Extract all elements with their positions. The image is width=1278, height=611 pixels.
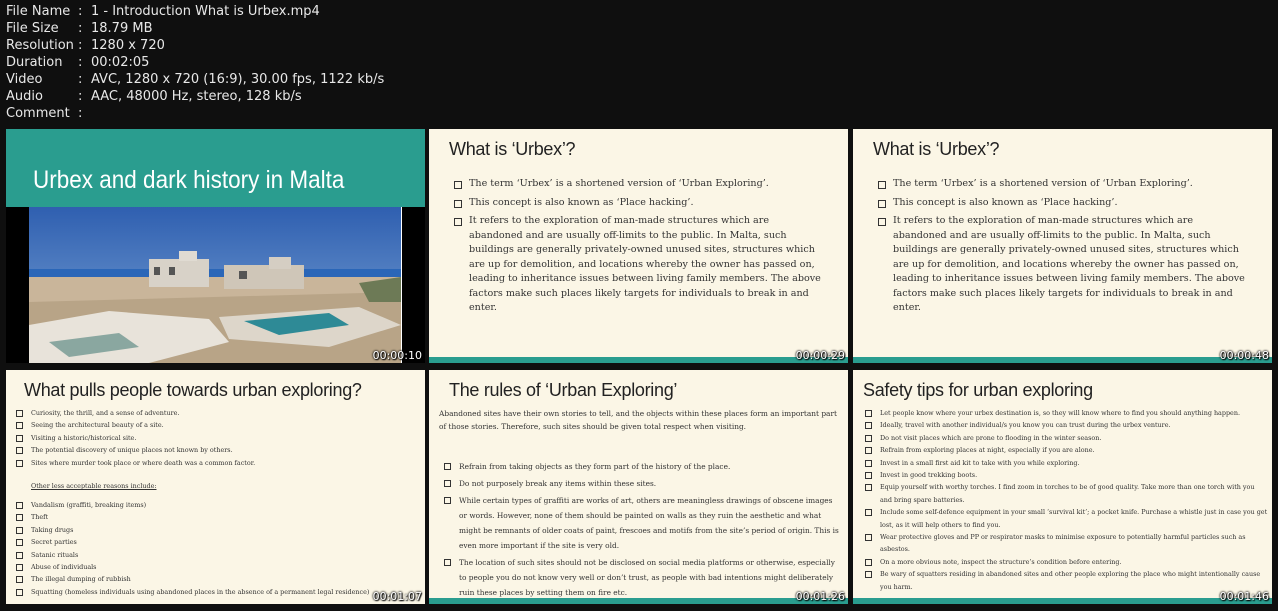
list-item: This concept is also known as ‘Place hac… xyxy=(878,196,1248,211)
slide-title: What is ‘Urbex’? xyxy=(449,139,576,159)
letterbox-left xyxy=(6,207,29,363)
bullet-list: The term ‘Urbex’ is a shortened version … xyxy=(878,177,1248,320)
slide-footer-bar xyxy=(853,598,1272,604)
file-info-separator: : xyxy=(78,4,83,19)
file-info-key: File Size xyxy=(6,21,59,36)
list-item: The term ‘Urbex’ is a shortened version … xyxy=(454,177,824,192)
list-item: Ideally, travel with another individual/… xyxy=(865,419,1268,431)
list-item: Let people know where your urbex destina… xyxy=(865,407,1268,419)
bullet-list: Refrain from taking objects as they form… xyxy=(444,459,839,602)
list-item: Equip yourself with worthy torches. I fi… xyxy=(865,481,1268,506)
file-info-value: AAC, 48000 Hz, stereo, 128 kb/s xyxy=(91,89,302,104)
list-item: Seeing the architectural beauty of a sit… xyxy=(16,419,416,431)
slide-footer-bar xyxy=(853,357,1272,363)
list-item: Visiting a historic/historical site. xyxy=(16,432,416,444)
file-info-key: Comment xyxy=(6,106,70,121)
list-item: Satanic rituals xyxy=(16,549,416,561)
file-info-separator: : xyxy=(78,21,83,36)
subheading: Other less acceptable reasons include: xyxy=(31,482,157,490)
bullet-list: Curiosity, the thrill, and a sense of ad… xyxy=(16,407,416,469)
list-item: The location of such sites should not be… xyxy=(444,555,839,600)
list-item: Be wary of squatters residing in abandon… xyxy=(865,568,1268,593)
list-item: Refrain from taking objects as they form… xyxy=(444,459,839,474)
list-item: The term ‘Urbex’ is a shortened version … xyxy=(878,177,1248,192)
file-info-key: Duration xyxy=(6,55,63,70)
file-info-row: Duration:00:02:05 xyxy=(6,54,384,71)
slide-title: The rules of ‘Urban Exploring’ xyxy=(449,380,678,400)
thumbnail-5[interactable]: The rules of ‘Urban Exploring’ Abandoned… xyxy=(429,370,848,604)
list-item: Curiosity, the thrill, and a sense of ad… xyxy=(16,407,416,419)
slide-title: What is ‘Urbex’? xyxy=(873,139,1000,159)
bullet-list: Vandalism (graffiti, breaking items) The… xyxy=(16,499,416,598)
file-info-row: Audio: AAC, 48000 Hz, stereo, 128 kb/s xyxy=(6,88,384,105)
thumbnail-2[interactable]: What is ‘Urbex’? The term ‘Urbex’ is a s… xyxy=(429,129,848,363)
abandoned-building-photo xyxy=(29,207,401,363)
list-item: Vandalism (graffiti, breaking items) xyxy=(16,499,416,511)
file-info: File Name:1 - Introduction What is Urbex… xyxy=(6,3,384,122)
bullet-list: Let people know where your urbex destina… xyxy=(865,407,1268,593)
list-item: Do not purposely break any items within … xyxy=(444,476,839,491)
file-info-row: File Size:18.79 MB xyxy=(6,20,384,37)
file-info-separator: : xyxy=(78,38,83,53)
file-info-key: File Name xyxy=(6,4,71,19)
slide-footer-bar xyxy=(429,598,848,604)
thumbnail-4[interactable]: What pulls people towards urban explorin… xyxy=(6,370,425,604)
list-item: Theft xyxy=(16,511,416,523)
file-info-separator: : xyxy=(78,55,83,70)
list-item: Do not visit places which are prone to f… xyxy=(865,432,1268,444)
letterbox-right xyxy=(402,207,425,363)
slide-title: What pulls people towards urban explorin… xyxy=(24,380,362,400)
list-item: Invest in good trekking boots. xyxy=(865,469,1268,481)
file-info-separator: : xyxy=(78,89,83,104)
file-info-key: Audio xyxy=(6,89,43,104)
timestamp: 00:00:29 xyxy=(795,349,845,362)
slide-footer-bar xyxy=(429,357,848,363)
timestamp: 00:01:07 xyxy=(372,590,422,603)
file-info-value: 18.79 MB xyxy=(91,21,153,36)
thumbnail-6[interactable]: Safety tips for urban exploring Let peop… xyxy=(853,370,1272,604)
file-info-row: Resolution:1280 x 720 xyxy=(6,37,384,54)
thumbnail-1[interactable]: Urbex and dark history in Malta 00:00:10 xyxy=(6,129,425,363)
timestamp: 00:01:46 xyxy=(1219,590,1269,603)
list-item: The illegal dumping of rubbish xyxy=(16,573,416,585)
list-item: It refers to the exploration of man-made… xyxy=(878,214,1248,316)
list-item: The potential discovery of unique places… xyxy=(16,444,416,456)
file-info-key: Resolution xyxy=(6,38,74,53)
list-item: Wear protective gloves and PP or respira… xyxy=(865,531,1268,556)
file-info-value: 1 - Introduction What is Urbex.mp4 xyxy=(91,4,320,19)
list-item: Invest in a small first aid kit to take … xyxy=(865,457,1268,469)
file-info-row: Comment: xyxy=(6,105,384,122)
list-item: It refers to the exploration of man-made… xyxy=(454,214,824,316)
slide-intro: Abandoned sites have their own stories t… xyxy=(439,409,837,431)
file-info-separator: : xyxy=(78,72,83,87)
slide-title: Safety tips for urban exploring xyxy=(863,380,1093,400)
list-item: On a more obvious note, inspect the stru… xyxy=(865,556,1268,568)
file-info-value: 00:02:05 xyxy=(91,55,150,70)
list-item: Refrain from exploring places at night, … xyxy=(865,444,1268,456)
slide-title: Urbex and dark history in Malta xyxy=(33,166,345,194)
list-item: While certain types of graffiti are work… xyxy=(444,493,839,553)
thumbnail-3[interactable]: What is ‘Urbex’? The term ‘Urbex’ is a s… xyxy=(853,129,1272,363)
file-info-separator: : xyxy=(78,106,83,121)
file-info-row: Video: AVC, 1280 x 720 (16:9), 30.00 fps,… xyxy=(6,71,384,88)
list-item: This concept is also known as ‘Place hac… xyxy=(454,196,824,211)
list-item: Taking drugs xyxy=(16,524,416,536)
list-item: Abuse of individuals xyxy=(16,561,416,573)
file-info-row: File Name:1 - Introduction What is Urbex… xyxy=(6,3,384,20)
file-info-value: AVC, 1280 x 720 (16:9), 30.00 fps, 1122 … xyxy=(91,72,385,87)
file-info-value: 1280 x 720 xyxy=(91,38,165,53)
timestamp: 00:00:10 xyxy=(372,349,422,362)
list-item: Secret parties xyxy=(16,536,416,548)
list-item: Sites where murder took place or where d… xyxy=(16,457,416,469)
bullet-list: The term ‘Urbex’ is a shortened version … xyxy=(454,177,824,320)
timestamp: 00:00:48 xyxy=(1219,349,1269,362)
timestamp: 00:01:26 xyxy=(795,590,845,603)
list-item: Include some self-defence equipment in y… xyxy=(865,506,1268,531)
list-item: Squatting (homeless individuals using ab… xyxy=(16,586,416,598)
file-info-key: Video xyxy=(6,72,43,87)
